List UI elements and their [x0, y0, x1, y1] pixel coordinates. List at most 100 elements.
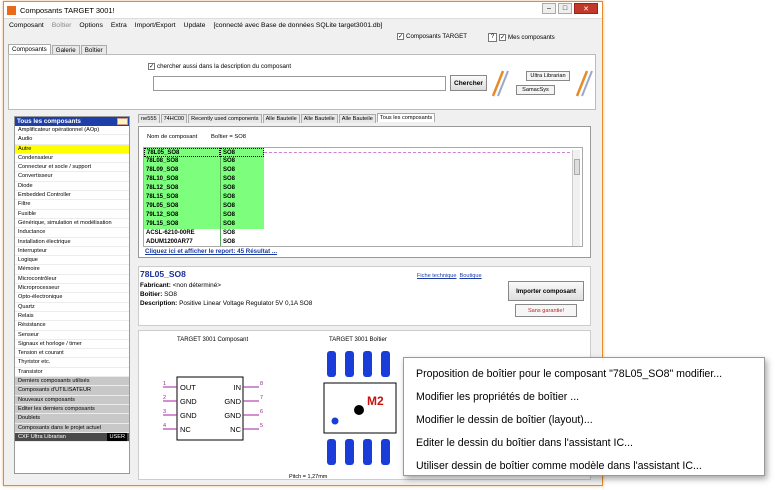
help-button[interactable]: ?	[488, 33, 497, 42]
search-description-label: chercher aussi dans la description du co…	[157, 63, 292, 70]
result-tab[interactable]: Recently used components	[188, 114, 262, 123]
result-tab[interactable]: Alle Bauteile	[262, 114, 300, 123]
column-header-package[interactable]: Boîtier = SO8	[211, 134, 246, 140]
result-tab[interactable]: ne555	[138, 114, 160, 123]
result-row[interactable]: ACSL-6210-00RE SO8	[144, 229, 582, 238]
category-item[interactable]: Nouveaux composants	[15, 395, 129, 405]
menu-update[interactable]: Update	[184, 22, 206, 29]
category-item[interactable]: Microcontrôleur	[15, 275, 129, 285]
schematic-pin-number: 6	[260, 409, 263, 415]
category-header[interactable]: Tous les composants	[15, 117, 129, 126]
schematic-pin-number: 4	[163, 423, 166, 429]
orange-stripes-icon	[575, 70, 593, 97]
category-item[interactable]: Thyristor etc.	[15, 358, 129, 368]
category-item[interactable]: Microprocesseur	[15, 284, 129, 294]
close-button[interactable]: ✕	[574, 3, 598, 14]
category-item[interactable]: Convertisseur	[15, 172, 129, 182]
category-item[interactable]: Filtre	[15, 200, 129, 210]
category-item[interactable]: Inductance	[15, 228, 129, 238]
category-item[interactable]: Opto-électronique	[15, 293, 129, 303]
category-item[interactable]: Connecteur et socle / support	[15, 163, 129, 173]
category-item[interactable]: Composants dans le projet actuel	[15, 423, 129, 433]
result-row[interactable]: 79L05_SO8 SO8	[144, 202, 582, 211]
menu-extra[interactable]: Extra	[111, 22, 127, 29]
category-item[interactable]: Embedded Controller	[15, 191, 129, 201]
shop-link[interactable]: Boutique	[460, 273, 482, 279]
package-pad-bottom	[345, 439, 354, 465]
result-row[interactable]: 78L08_SO8 SO8	[144, 157, 582, 166]
category-item[interactable]: Résistance	[15, 321, 129, 331]
result-row[interactable]: ADUM1200AR77 SO8	[144, 238, 582, 246]
category-item[interactable]: Composants d'UTILISATEUR	[15, 386, 129, 396]
result-tab[interactable]: Alle Bauteile	[338, 114, 376, 123]
category-item[interactable]: Doublets	[15, 414, 129, 424]
package-pad-top	[327, 351, 336, 377]
result-tab[interactable]: 74HC00	[160, 114, 188, 123]
category-item[interactable]: Autre	[15, 144, 129, 154]
category-item[interactable]: Condensateur	[15, 154, 129, 164]
category-item[interactable]: Mémoire	[15, 265, 129, 275]
category-item[interactable]: Interrupteur	[15, 247, 129, 257]
menu-options[interactable]: Options	[79, 22, 102, 29]
category-item[interactable]: Editer les derniers composants	[15, 404, 129, 415]
category-item[interactable]: Relais	[15, 312, 129, 322]
search-button[interactable]: Chercher	[450, 75, 487, 91]
menu-boitier[interactable]: Boîtier	[52, 22, 72, 29]
composants-target-check[interactable]: ✓ Composants TARGET	[397, 33, 467, 40]
category-item[interactable]: Amplificateur opérationnel (AOp)	[15, 126, 129, 136]
result-row[interactable]: 78L05_SO8 SO8	[144, 148, 582, 157]
list-view-icon[interactable]	[117, 118, 128, 125]
minimize-button[interactable]: –	[542, 3, 556, 14]
schematic-pin-number: 2	[163, 395, 166, 401]
no-warranty-button[interactable]: Sans garantie!	[515, 304, 577, 317]
category-item[interactable]: Tension et courant	[15, 349, 129, 359]
result-package: SO8	[220, 220, 264, 229]
category-item[interactable]: Installation électrique	[15, 238, 129, 247]
result-tabs: ne555 74HC00 Recently used components Alle …	[138, 113, 436, 123]
scrollbar-thumb[interactable]	[574, 159, 580, 175]
checkbox-icon[interactable]: ✓	[397, 33, 404, 40]
category-item[interactable]: Logique	[15, 256, 129, 266]
maximize-button[interactable]: □	[558, 3, 572, 14]
category-item[interactable]: Audio	[15, 135, 129, 145]
category-item[interactable]: Générique, simulation et modélisation	[15, 219, 129, 229]
search-input[interactable]	[153, 76, 446, 91]
menu-item-package-properties[interactable]: Modifier les propriétés de boîtier ...	[404, 385, 764, 408]
menu-item-edit-ic-wizard[interactable]: Editer le dessin du boîtier dans l'assis…	[404, 431, 764, 454]
result-row[interactable]: 79L12_SO8 SO8	[144, 211, 582, 220]
import-component-button[interactable]: Importer composant	[508, 281, 584, 301]
menu-composant[interactable]: Composant	[9, 22, 44, 29]
category-item[interactable]: Signaux et horloge / timer	[15, 340, 129, 350]
package-pad-top	[363, 351, 372, 377]
result-tab[interactable]: Tous les composants	[376, 113, 436, 122]
category-item[interactable]: Transistor	[15, 368, 129, 378]
result-tab[interactable]: Alle Bauteile	[300, 114, 338, 123]
ultra-librarian-button[interactable]: Ultra Librarian	[526, 71, 570, 81]
vertical-scrollbar[interactable]	[572, 150, 580, 246]
datasheet-link[interactable]: Fiche technique	[417, 273, 457, 279]
checkbox-icon[interactable]: ✓	[499, 34, 506, 41]
package-pad-dot	[331, 417, 339, 425]
search-description-check[interactable]: ✓ chercher aussi dans la description du …	[148, 63, 291, 70]
category-item[interactable]: Fusible	[15, 210, 129, 219]
category-item[interactable]: Quartz	[15, 303, 129, 312]
result-row[interactable]: 78L15_SO8 SO8	[144, 193, 582, 202]
mes-composants-check[interactable]: ? ✓ Mes composants	[488, 33, 555, 42]
menu-item-propose-package[interactable]: Proposition de boîtier pour le composant…	[404, 362, 764, 385]
menu-import-export[interactable]: Import/Export	[135, 22, 176, 29]
category-cxf-ultra-librarian[interactable]: CXF Ultra Librarian USER	[15, 432, 129, 443]
category-item[interactable]: Derniers composants utilisés	[15, 377, 129, 387]
category-item[interactable]: Senseur	[15, 331, 129, 340]
result-row[interactable]: 78L09_SO8 SO8	[144, 166, 582, 175]
report-link[interactable]: Cliquez ici et afficher le report: 45 Ré…	[145, 248, 277, 255]
column-header-name[interactable]: Nom de composant	[147, 134, 211, 140]
result-row[interactable]: 78L10_SO8 SO8	[144, 175, 582, 184]
checkbox-icon[interactable]: ✓	[148, 63, 155, 70]
result-row[interactable]: 78L12_SO8 SO8	[144, 184, 582, 193]
menu-item-edit-layout[interactable]: Modifier le dessin de boîtier (layout)..…	[404, 408, 764, 431]
category-item[interactable]: Diode	[15, 182, 129, 192]
menu-item-template-ic-wizard[interactable]: Utiliser dessin de boîtier comme modèle …	[404, 454, 764, 477]
result-row[interactable]: 79L15_SO8 SO8	[144, 220, 582, 229]
schematic-pin-label: GND	[224, 397, 241, 406]
samacsys-button[interactable]: SamacSys	[516, 85, 555, 95]
